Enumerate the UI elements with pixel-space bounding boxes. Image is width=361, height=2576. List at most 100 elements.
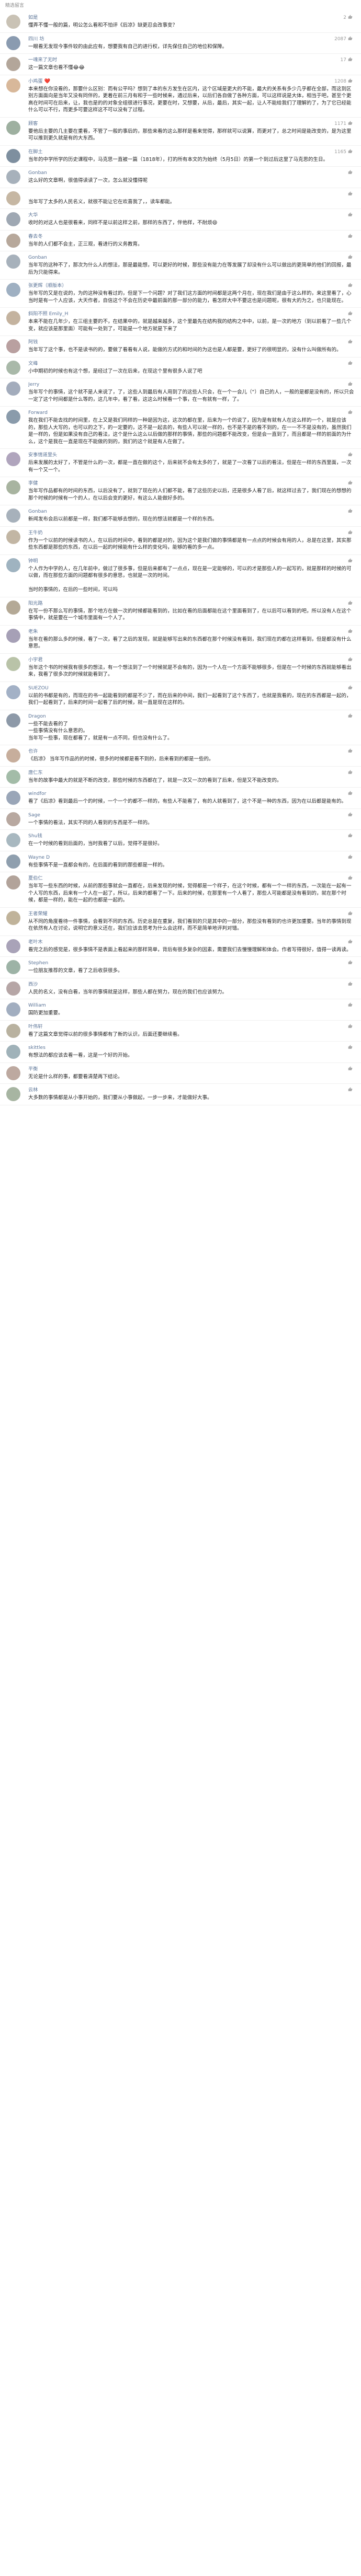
avatar[interactable]: [6, 78, 20, 93]
avatar[interactable]: [6, 960, 20, 974]
comment-username[interactable]: 张更辉（顺版本）: [28, 282, 356, 290]
avatar[interactable]: [6, 170, 20, 184]
avatar[interactable]: [6, 600, 20, 615]
like-button[interactable]: [346, 310, 353, 318]
like-button[interactable]: [346, 381, 353, 388]
like-button[interactable]: [346, 600, 353, 607]
like-button[interactable]: [346, 1044, 353, 1052]
avatar[interactable]: [6, 628, 20, 643]
like-button[interactable]: [346, 169, 353, 177]
like-button[interactable]: [346, 212, 353, 219]
comment-username[interactable]: 王者荣耀: [28, 910, 356, 918]
like-button[interactable]: [346, 360, 353, 367]
like-button[interactable]: [346, 769, 353, 777]
avatar[interactable]: [6, 360, 20, 375]
comment-username[interactable]: Gonban: [28, 169, 356, 177]
comment-username[interactable]: Dragon: [28, 713, 356, 720]
avatar[interactable]: [6, 283, 20, 297]
comment-username[interactable]: 也许: [28, 748, 356, 755]
avatar[interactable]: [6, 833, 20, 847]
like-button[interactable]: [346, 960, 353, 967]
like-button[interactable]: [346, 833, 353, 840]
like-button[interactable]: [346, 529, 353, 537]
comment-username[interactable]: 顾客: [28, 120, 356, 128]
comment-username[interactable]: 老朱: [28, 628, 356, 636]
avatar[interactable]: [6, 212, 20, 226]
like-button[interactable]: [346, 628, 353, 636]
comment-username[interactable]: Gonban: [28, 508, 356, 515]
comment-username[interactable]: 老叶木: [28, 939, 356, 946]
like-button[interactable]: [346, 282, 353, 290]
avatar[interactable]: [6, 981, 20, 996]
avatar[interactable]: [6, 748, 20, 763]
like-button[interactable]: 2: [343, 14, 353, 21]
comment-username[interactable]: windfor: [28, 790, 356, 798]
like-button[interactable]: [346, 981, 353, 988]
like-button[interactable]: [346, 939, 353, 946]
comment-username[interactable]: Stephen: [28, 960, 356, 967]
avatar[interactable]: [6, 480, 20, 494]
avatar[interactable]: [6, 452, 20, 466]
like-button[interactable]: [346, 790, 353, 798]
avatar[interactable]: [6, 191, 20, 205]
like-button[interactable]: 1171: [334, 120, 353, 128]
like-button[interactable]: [346, 452, 353, 459]
like-button[interactable]: 1208: [334, 78, 353, 85]
avatar[interactable]: [6, 713, 20, 727]
like-button[interactable]: [346, 812, 353, 819]
comment-username[interactable]: 阿钱: [28, 339, 356, 346]
comment-username[interactable]: [28, 191, 356, 198]
like-button[interactable]: [346, 409, 353, 417]
like-button[interactable]: 2087: [334, 36, 353, 43]
comment-username[interactable]: 钟明: [28, 558, 356, 565]
comment-username[interactable]: 李健: [28, 480, 356, 487]
like-button[interactable]: [346, 339, 353, 346]
like-button[interactable]: [346, 910, 353, 918]
comment-username[interactable]: SUEZOU: [28, 685, 356, 692]
like-button[interactable]: [346, 480, 353, 487]
avatar[interactable]: [6, 529, 20, 544]
comment-username[interactable]: 平衡: [28, 1066, 356, 1073]
comment-username[interactable]: 阳光路: [28, 600, 356, 607]
comment-username[interactable]: 大华: [28, 212, 356, 219]
avatar[interactable]: [6, 36, 20, 50]
like-button[interactable]: [346, 713, 353, 720]
avatar[interactable]: [6, 1087, 20, 1101]
comment-username[interactable]: 在脚土: [28, 148, 356, 156]
like-button[interactable]: [346, 748, 353, 755]
avatar[interactable]: [6, 558, 20, 572]
like-button[interactable]: [346, 233, 353, 240]
avatar[interactable]: [6, 685, 20, 699]
comment-username[interactable]: 四川 坊: [28, 36, 356, 43]
avatar[interactable]: [6, 148, 20, 163]
like-button[interactable]: [346, 558, 353, 565]
avatar[interactable]: [6, 939, 20, 953]
avatar[interactable]: [6, 791, 20, 805]
avatar[interactable]: [6, 1002, 20, 1016]
like-button[interactable]: [346, 854, 353, 861]
comment-username[interactable]: Wayne D: [28, 854, 356, 861]
like-button[interactable]: [346, 656, 353, 664]
comment-username[interactable]: 文峰: [28, 360, 356, 367]
comment-username[interactable]: 安事情道里头: [28, 452, 356, 459]
comment-username[interactable]: 如是: [28, 14, 356, 21]
like-button[interactable]: [346, 191, 353, 198]
comment-username[interactable]: Shu钱: [28, 833, 356, 840]
avatar[interactable]: [6, 233, 20, 248]
like-button[interactable]: [346, 254, 353, 261]
comment-username[interactable]: 斜阳不照 Emily_H: [28, 310, 356, 318]
comment-username[interactable]: 夏伯仁: [28, 875, 356, 882]
avatar[interactable]: [6, 656, 20, 671]
like-button[interactable]: 1165: [334, 148, 353, 156]
avatar[interactable]: [6, 15, 20, 29]
comment-username[interactable]: Gonban: [28, 254, 356, 261]
comment-username[interactable]: 小鸡蛋 ❤️: [28, 78, 356, 85]
avatar[interactable]: [6, 255, 20, 269]
like-button[interactable]: [346, 1002, 353, 1009]
avatar[interactable]: [6, 509, 20, 523]
comment-username[interactable]: 一魂来了无时: [28, 56, 356, 64]
comment-username[interactable]: 春去冬: [28, 233, 356, 240]
avatar[interactable]: [6, 910, 20, 925]
avatar[interactable]: [6, 1045, 20, 1059]
avatar[interactable]: [6, 812, 20, 826]
